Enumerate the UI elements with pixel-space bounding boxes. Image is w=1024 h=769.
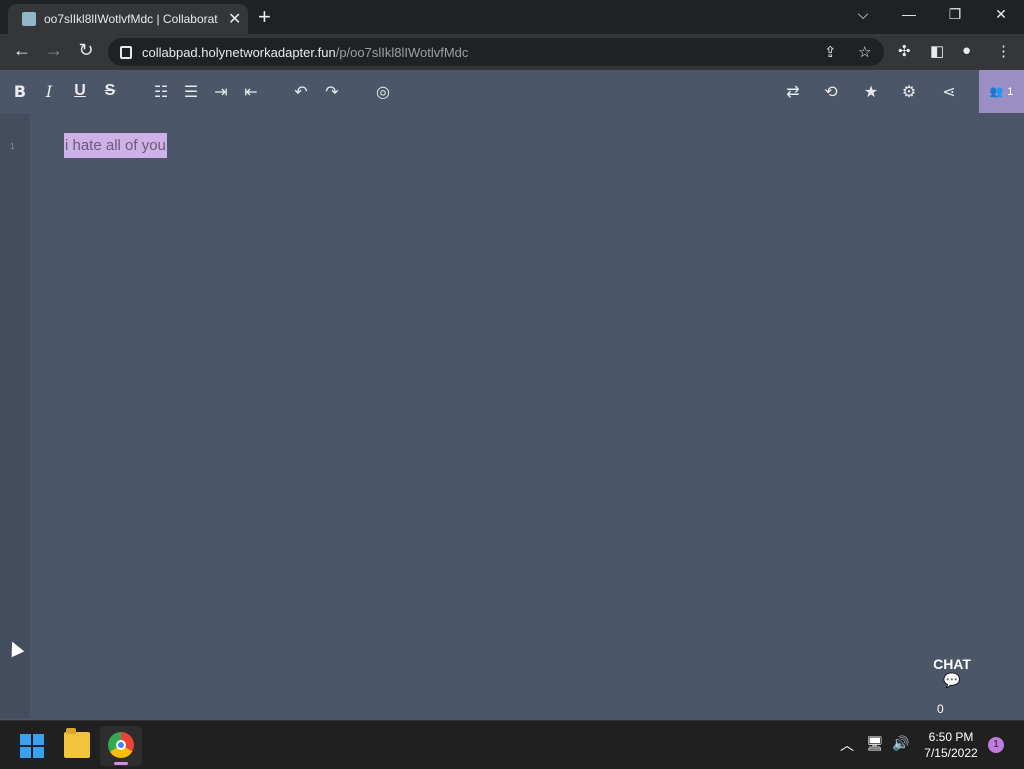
editor-toolbar: B I U S ☷ ☰ ⇥ ⇤ ↶ ↷ ◎ ⇄ ⟲ ★ ⚙ ⋖ — [0, 70, 1024, 114]
menu-kebab-icon[interactable]: ⋮ — [996, 42, 1011, 60]
italic-button[interactable]: I — [38, 82, 60, 101]
star-icon[interactable]: ★ — [860, 82, 882, 102]
close-icon[interactable]: ✕ — [228, 9, 241, 29]
bold-button[interactable]: B — [9, 82, 31, 101]
notepad-icon — [22, 12, 36, 26]
maximize-button[interactable]: ❐ — [942, 6, 968, 23]
outdent-icon[interactable]: ⇤ — [240, 82, 262, 102]
reload-icon[interactable]: ↻ — [74, 40, 98, 61]
tray-chevron-icon[interactable]: ︿ — [840, 735, 854, 755]
side-panel-icon[interactable]: ◧ — [930, 42, 944, 60]
clock-date: 7/15/2022 — [924, 746, 978, 760]
browser-navbar: ← → ↻ collabpad.holynetworkadapter.fun/p… — [0, 34, 1024, 70]
taskbar: ︿ 🖥 🔊 6:50 PM 7/15/2022 1 — [0, 720, 1024, 769]
forward-icon[interactable]: → — [42, 40, 66, 61]
users-icon: 👥 — [989, 86, 1004, 98]
import-export-icon[interactable]: ⇄ — [782, 82, 804, 102]
chat-bubbles-icon: 💬 — [943, 672, 961, 688]
minimize-button[interactable]: — — [896, 6, 922, 22]
browser-tab[interactable]: oo7slIkl8lIWotlvfMdc | Collaborat ✕ — [8, 4, 248, 34]
lock-icon — [120, 46, 132, 59]
volume-icon[interactable]: 🔊 — [892, 735, 909, 752]
redo-icon[interactable]: ↷ — [321, 82, 343, 102]
file-explorer-icon[interactable] — [64, 728, 90, 758]
profile-icon[interactable]: ● — [962, 42, 971, 59]
underline-button[interactable]: U — [69, 82, 91, 100]
settings-gear-icon[interactable]: ⚙ — [898, 82, 920, 102]
line-number-gutter — [0, 114, 30, 718]
chat-button[interactable]: CHAT 💬 0 — [928, 656, 976, 716]
ordered-list-icon[interactable]: ☷ — [150, 82, 172, 102]
line-number: 1 — [10, 142, 15, 151]
undo-icon[interactable]: ↶ — [290, 82, 312, 102]
editor-text-line[interactable]: i hate all of you — [64, 133, 167, 158]
timeslider-icon[interactable]: ⟲ — [820, 82, 842, 102]
tab-title: oo7slIkl8lIWotlvfMdc | Collaborat — [44, 12, 218, 26]
chat-count: 0 — [937, 702, 944, 716]
active-app-indicator — [114, 762, 128, 765]
chat-label: CHAT — [933, 656, 971, 672]
clock-time: 6:50 PM — [928, 730, 974, 744]
chrome-icon[interactable] — [108, 732, 134, 758]
unordered-list-icon[interactable]: ☰ — [180, 82, 202, 102]
tab-search-icon[interactable]: ⌵ — [850, 6, 876, 23]
extensions-icon[interactable]: ✣ — [898, 42, 911, 60]
network-icon[interactable]: 🖥 — [866, 735, 884, 752]
users-button[interactable]: 👥 1 — [979, 70, 1024, 113]
url-text[interactable]: collabpad.holynetworkadapter.fun/p/oo7sl… — [142, 45, 468, 60]
browser-titlebar: oo7slIkl8lIWotlvfMdc | Collaborat ✕ + ⌵ … — [0, 0, 1024, 34]
close-window-button[interactable]: ✕ — [988, 6, 1014, 23]
new-tab-button[interactable]: + — [258, 5, 271, 29]
users-count: 1 — [1007, 85, 1014, 98]
address-bar[interactable]: collabpad.holynetworkadapter.fun/p/oo7sl… — [108, 38, 884, 66]
notification-badge[interactable]: 1 — [988, 737, 1004, 753]
share-icon[interactable]: ⋖ — [938, 82, 960, 102]
share-page-icon[interactable]: ⇪ — [824, 43, 837, 61]
indent-icon[interactable]: ⇥ — [210, 82, 232, 102]
editor-area[interactable] — [30, 114, 1024, 718]
strikethrough-button[interactable]: S — [99, 82, 121, 100]
windows-start-icon[interactable] — [20, 734, 44, 758]
hide-authorship-icon[interactable]: ◎ — [372, 82, 394, 102]
bookmark-star-icon[interactable]: ☆ — [858, 43, 871, 61]
back-icon[interactable]: ← — [10, 40, 34, 61]
taskbar-clock[interactable]: 6:50 PM 7/15/2022 — [920, 729, 982, 761]
